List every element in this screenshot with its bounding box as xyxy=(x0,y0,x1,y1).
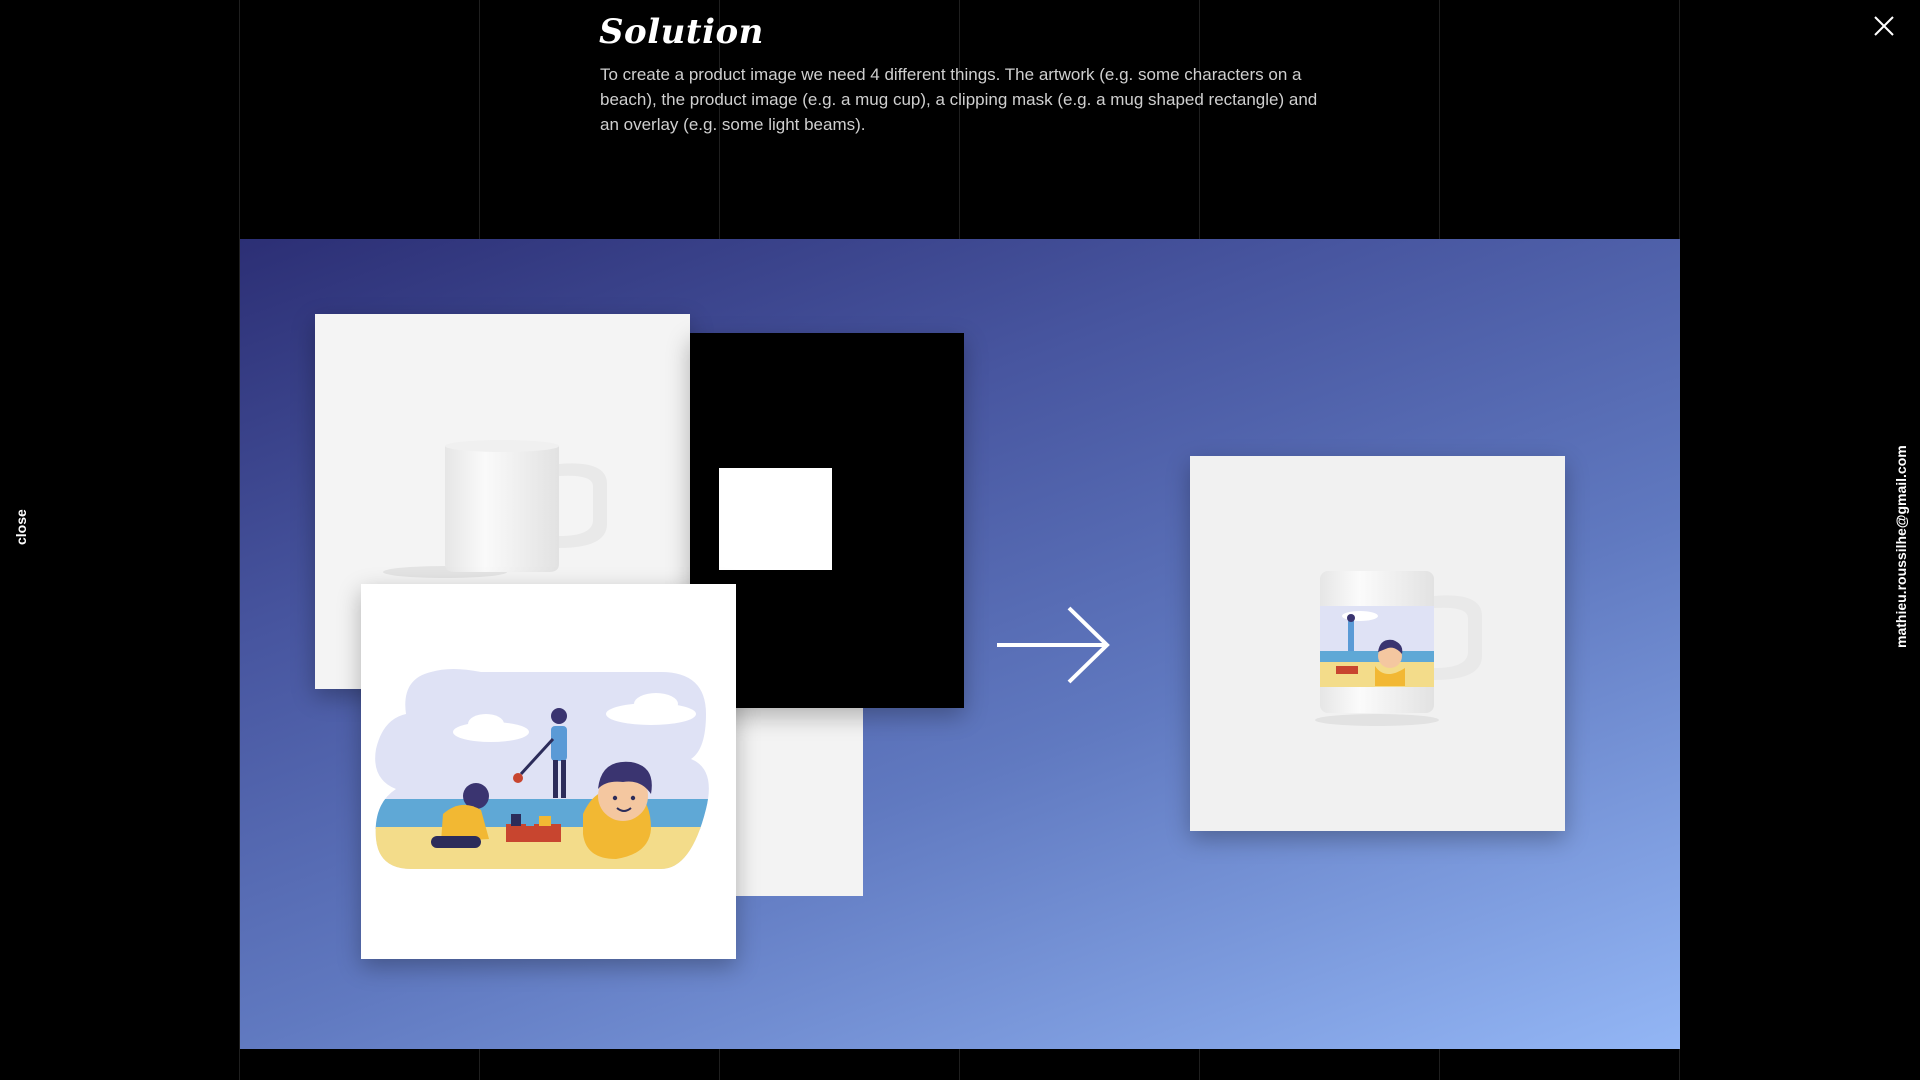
page: Solution To create a product image we ne… xyxy=(0,0,1920,1080)
close-button[interactable] xyxy=(1872,14,1896,38)
solution-description: To create a product image we need 4 diff… xyxy=(600,65,1318,134)
artwork-card xyxy=(361,584,736,959)
email-link[interactable]: mathieu.roussilhe@gmail.com xyxy=(1893,445,1909,648)
solution-illustration xyxy=(240,239,1680,1049)
result-product-card xyxy=(1190,456,1565,831)
beach-artwork-image xyxy=(375,669,709,869)
mug-with-artwork-image xyxy=(1315,571,1482,726)
mask-shape xyxy=(719,468,832,570)
page-title: Solution xyxy=(599,12,764,52)
close-icon xyxy=(1874,16,1894,36)
close-link[interactable]: close xyxy=(13,509,29,545)
arrow-right-icon xyxy=(997,605,1113,685)
